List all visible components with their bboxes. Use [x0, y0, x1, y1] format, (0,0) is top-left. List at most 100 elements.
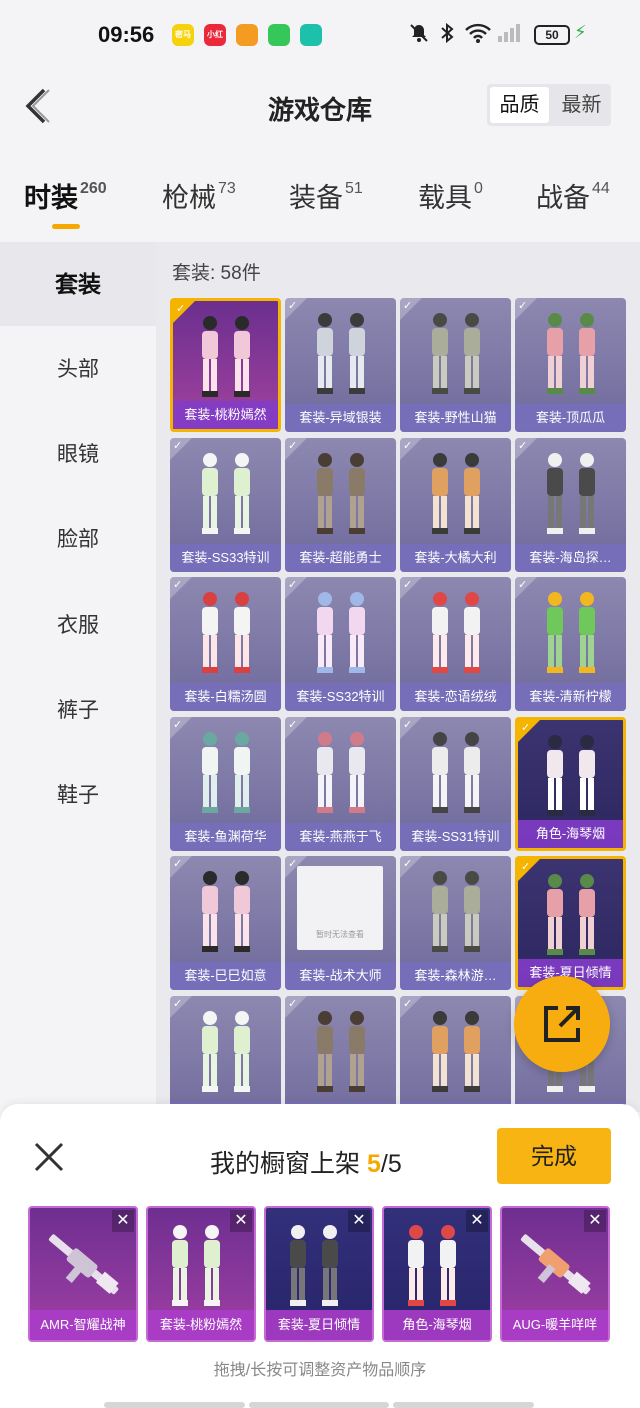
tab-equipment[interactable]: 装备 51 [289, 176, 363, 215]
outfit-image [186, 448, 266, 538]
item-card[interactable]: ✓ 套装-野性山猫 [400, 298, 511, 432]
sidebar-item-glasses[interactable]: 眼镜 [0, 413, 156, 497]
sidebar-item-clothes[interactable]: 衣服 [0, 584, 156, 668]
showcase-item[interactable]: ✕ 套装-桃粉嫣然 [146, 1206, 256, 1342]
sort-toggle: 品质 最新 [487, 84, 611, 126]
check-icon: ✓ [403, 439, 413, 452]
item-card[interactable]: ✓ 套装-白糯汤圆 [170, 577, 281, 711]
item-card[interactable]: ✓ 套装-桃粉嫣然 [170, 298, 281, 432]
outfit-image [186, 866, 266, 956]
clock: 09:56 [98, 22, 155, 47]
sidebar-item-face[interactable]: 脸部 [0, 498, 156, 582]
item-label: 套装-战术大师 [285, 962, 396, 990]
showcase-item[interactable]: ✕ AMR-智耀战神 [28, 1206, 138, 1342]
check-icon: ✓ [518, 439, 528, 452]
item-card[interactable]: ✓ 套装-大橘大利 [400, 437, 511, 572]
item-card[interactable]: ✓ 套装-巳巳如意 [170, 856, 281, 990]
showcase-item-label: 套装-夏日倾情 [266, 1310, 372, 1340]
outfit-image [301, 587, 381, 677]
check-icon: ✓ [288, 579, 298, 591]
check-icon: ✓ [521, 721, 531, 734]
item-card[interactable]: ✓ 套装-夏日倾情 [515, 856, 626, 990]
chat-app-icon [300, 24, 322, 46]
tab-supplies[interactable]: 战备 44 [536, 176, 610, 215]
tab-guns[interactable]: 枪械 73 [162, 176, 236, 215]
outfit-image [416, 866, 496, 956]
sidebar-item-head[interactable]: 头部 [0, 328, 156, 412]
item-card[interactable]: ✓ [170, 995, 281, 1112]
check-icon: ✓ [518, 300, 528, 312]
outfit-image [301, 1006, 381, 1096]
check-icon: ✓ [288, 300, 298, 312]
item-card[interactable]: ✓ 套装-鱼渊荷华 [170, 716, 281, 851]
share-button[interactable] [514, 976, 610, 1072]
messages-app-icon [268, 24, 290, 46]
miyou-app-icon: 密马 [172, 24, 194, 46]
remove-icon[interactable]: ✕ [466, 1210, 488, 1232]
check-icon: ✓ [288, 997, 298, 1010]
sort-latest-button[interactable]: 最新 [552, 84, 611, 126]
sidebar-item-pants[interactable]: 裤子 [0, 669, 156, 753]
item-card[interactable]: ✓ 套装-顶瓜瓜 [515, 298, 626, 432]
outfit-image [186, 311, 266, 401]
item-count: 套装: 58件 [172, 263, 261, 284]
item-label: 套装-鱼渊荷华 [170, 822, 281, 851]
remove-icon[interactable]: ✕ [348, 1210, 370, 1232]
signal-icon [496, 22, 524, 49]
tab-fashion[interactable]: 时装 260 [24, 176, 107, 229]
item-label: 套装-顶瓜瓜 [515, 404, 626, 432]
item-card[interactable]: ✓ 套装-异域银装 [285, 298, 396, 432]
weapon-image [510, 1220, 600, 1310]
remove-icon[interactable]: ✕ [230, 1210, 252, 1232]
item-card[interactable]: ✓ 套装-SS33特训 [170, 437, 281, 572]
xiaohongshu-app-icon: 小红书 [204, 24, 226, 46]
outfit-image [531, 587, 611, 677]
item-card[interactable]: ✓ 角色-海琴烟 [515, 716, 626, 851]
outfit-image [186, 1006, 266, 1096]
check-icon: ✓ [403, 997, 413, 1010]
item-card[interactable]: ✓ 套装-SS31特训 [400, 716, 511, 851]
item-card[interactable]: ✓ 套装-海岛探… [515, 437, 626, 572]
image-placeholder: 暂时无法查看 [297, 866, 383, 950]
sidebar-item-shoes[interactable]: 鞋子 [0, 754, 156, 838]
item-card[interactable]: ✓ 暂时无法查看 套装-战术大师 [285, 856, 396, 990]
charging-icon: ⚡ [574, 22, 587, 42]
remove-icon[interactable]: ✕ [584, 1210, 606, 1232]
share-icon [544, 1006, 580, 1042]
item-label: 套装-清新柠檬 [515, 683, 626, 711]
remove-icon[interactable]: ✕ [112, 1210, 134, 1232]
outfit-image [301, 727, 381, 817]
item-card[interactable]: ✓ 套装-清新柠檬 [515, 577, 626, 711]
sort-quality-button[interactable]: 品质 [490, 87, 549, 123]
showcase-item[interactable]: ✕ AUG-暖羊咩咩 [500, 1206, 610, 1342]
outfit-image [301, 448, 381, 538]
showcase-title: 我的橱窗上架 5/5 [210, 1150, 402, 1178]
outfit-image [531, 308, 611, 398]
outfit-image [186, 587, 266, 677]
taobao-app-icon [236, 24, 258, 46]
item-card[interactable]: ✓ 套装-恋语绒绒 [400, 577, 511, 711]
sidebar-item-set[interactable]: 套装 [0, 242, 156, 326]
close-icon [34, 1142, 64, 1172]
item-card[interactable]: ✓ 套装-森林游… [400, 856, 511, 990]
item-card[interactable]: ✓ [285, 995, 396, 1112]
header: 游戏仓库 品质 最新 [0, 70, 640, 150]
item-label: 套装-超能勇士 [285, 543, 396, 572]
check-icon: ✓ [176, 303, 186, 315]
item-label: 套装-白糯汤圆 [170, 683, 281, 711]
close-button[interactable] [32, 1140, 66, 1174]
item-card[interactable]: ✓ 套装-燕燕于飞 [285, 716, 396, 851]
item-label: 角色-海琴烟 [518, 819, 623, 848]
done-button[interactable]: 完成 [497, 1128, 611, 1184]
showcase-item[interactable]: ✕ 套装-夏日倾情 [264, 1206, 374, 1342]
item-card[interactable]: ✓ 套装-超能勇士 [285, 437, 396, 572]
check-icon: ✓ [518, 579, 528, 591]
showcase-item[interactable]: ✕ 角色-海琴烟 [382, 1206, 492, 1342]
check-icon: ✓ [173, 579, 183, 591]
check-icon: ✓ [521, 861, 531, 873]
showcase-item-label: AUG-暖羊咩咩 [502, 1310, 608, 1340]
item-card[interactable]: ✓ 套装-SS32特训 [285, 577, 396, 711]
item-label: 套装-燕燕于飞 [285, 822, 396, 851]
item-card[interactable]: ✓ [400, 995, 511, 1112]
tab-vehicles[interactable]: 载具 0 [418, 176, 483, 215]
